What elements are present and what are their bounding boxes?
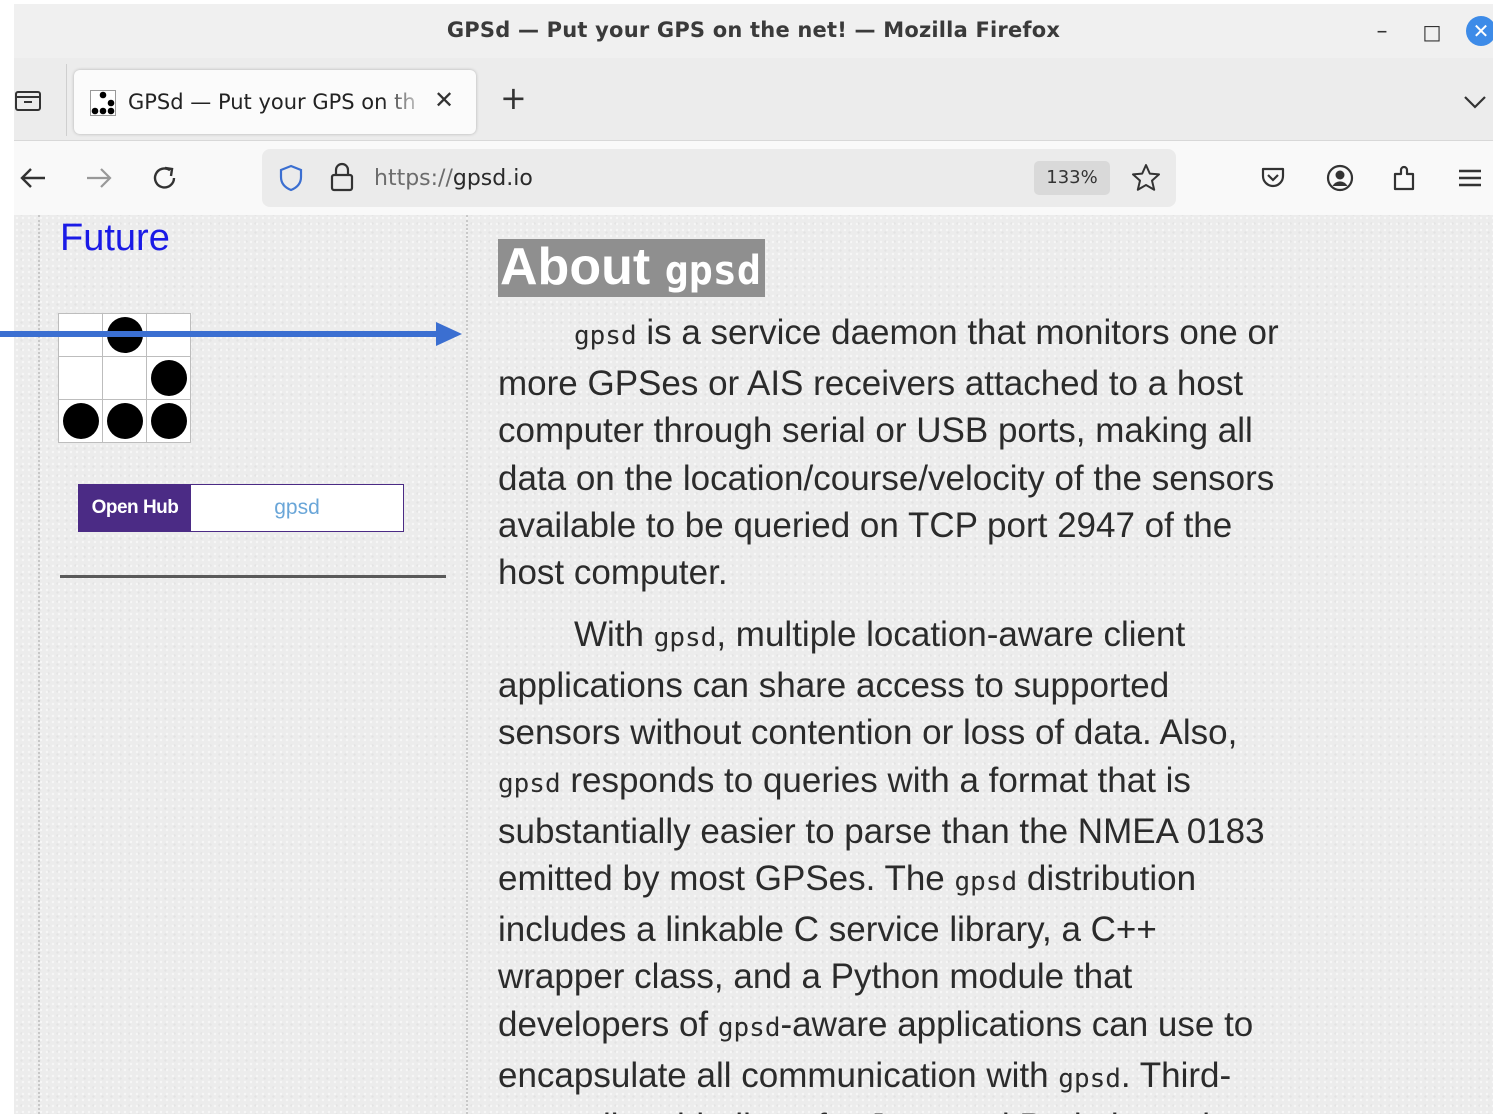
text-line: party client bindings for Java and Perl … <box>498 1103 1368 1114</box>
text-line: emitted by most GPSes. The gpsd distribu… <box>498 859 1197 899</box>
tab-list-icon[interactable] <box>14 86 42 114</box>
url-host: gpsd.io <box>452 166 533 191</box>
tab-separator <box>66 64 67 136</box>
glider-dot <box>150 360 187 396</box>
openhub-project: gpsd <box>274 496 320 519</box>
openhub-label: Open Hub <box>79 485 191 531</box>
window-title: GPSd — Put your GPS on the net! — Mozill… <box>446 18 1061 42</box>
tab-gpsd[interactable]: GPSd — Put your GPS on th ✕ <box>74 70 476 134</box>
text-line: computer through serial or USB ports, ma… <box>498 411 1253 451</box>
lock-icon[interactable] <box>328 161 356 193</box>
shield-icon[interactable] <box>276 163 306 193</box>
back-arrow-icon[interactable] <box>18 163 48 193</box>
title-bar: GPSd — Put your GPS on the net! — Mozill… <box>14 4 1493 58</box>
text-line: With gpsd, multiple location-aware clien… <box>574 615 1186 654</box>
pocket-icon[interactable] <box>1258 163 1288 193</box>
sidebar-divider <box>60 575 446 578</box>
reload-icon[interactable] <box>150 163 180 193</box>
glider-cell <box>58 356 103 400</box>
openhub-badge[interactable]: Open Hub gpsd <box>78 484 404 532</box>
heading-code: gpsd <box>664 248 761 294</box>
page-heading: About gpsd <box>498 239 765 297</box>
text-line: sensors without contention or loss of da… <box>498 713 1238 753</box>
navigation-toolbar: https://gpsd.io 133% <box>14 140 1493 216</box>
glider-row <box>58 356 191 400</box>
browser-window: GPSd — Put your GPS on the net! — Mozill… <box>14 4 1493 1114</box>
glider-dot <box>150 403 187 439</box>
gpsd-favicon <box>90 90 116 116</box>
text-line: includes a linkable C service library, a… <box>498 910 1157 950</box>
url-text[interactable]: https://gpsd.io <box>374 166 533 191</box>
text-line: available to be queried on TCP port 2947… <box>498 505 1233 545</box>
chevron-down-icon[interactable] <box>1462 92 1488 112</box>
text-line: more GPSes or AIS receivers attached to … <box>498 364 1244 404</box>
glider-cell <box>102 399 147 443</box>
glider-dot <box>62 403 99 439</box>
url-bar[interactable]: https://gpsd.io 133% <box>262 149 1176 207</box>
glider-cell <box>58 399 103 443</box>
text-line: wrapper class, and a Python module that <box>498 957 1133 997</box>
intro-paragraph: gpsd is a service daemon that monitors o… <box>498 309 1368 596</box>
glider-row <box>58 399 191 443</box>
tab-bar: GPSd — Put your GPS on th ✕ + <box>14 58 1493 140</box>
text-line: gpsd is a service daemon that monitors o… <box>574 313 1279 352</box>
glider-dot <box>106 403 143 439</box>
text-line: substantially easier to parse than the N… <box>498 811 1265 851</box>
close-tab-icon[interactable]: ✕ <box>434 86 454 114</box>
text-line: gpsd responds to queries with a format t… <box>498 760 1191 800</box>
glider-cell <box>146 399 191 443</box>
text-line: data on the location/course/velocity of … <box>498 458 1275 498</box>
heading-word: About <box>500 238 651 296</box>
star-icon[interactable] <box>1130 162 1162 194</box>
zoom-level-badge[interactable]: 133% <box>1034 161 1110 195</box>
text-line: applications can share access to support… <box>498 666 1170 706</box>
glider-cell <box>102 356 147 400</box>
features-paragraph: With gpsd, multiple location-aware clien… <box>498 611 1368 1114</box>
account-icon[interactable] <box>1325 163 1355 193</box>
extensions-icon[interactable] <box>1390 163 1420 193</box>
maximize-button[interactable]: □ <box>1418 18 1446 46</box>
glider-cell <box>146 356 191 400</box>
forward-arrow-icon[interactable] <box>84 163 114 193</box>
tab-title: GPSd — Put your GPS on th <box>128 90 416 114</box>
new-tab-button[interactable]: + <box>500 82 527 114</box>
annotation-arrow <box>0 322 462 346</box>
minimize-button[interactable]: – <box>1368 18 1396 46</box>
url-scheme: https:// <box>374 166 453 191</box>
menu-icon[interactable] <box>1455 163 1485 193</box>
text-line: host computer. <box>498 553 728 593</box>
window-close-button[interactable]: ✕ <box>1466 16 1493 46</box>
text-line: encapsulate all communication with gpsd.… <box>498 1055 1232 1095</box>
future-link[interactable]: Future <box>60 217 170 260</box>
text-line: developers of gpsd-aware applications ca… <box>498 1004 1254 1044</box>
